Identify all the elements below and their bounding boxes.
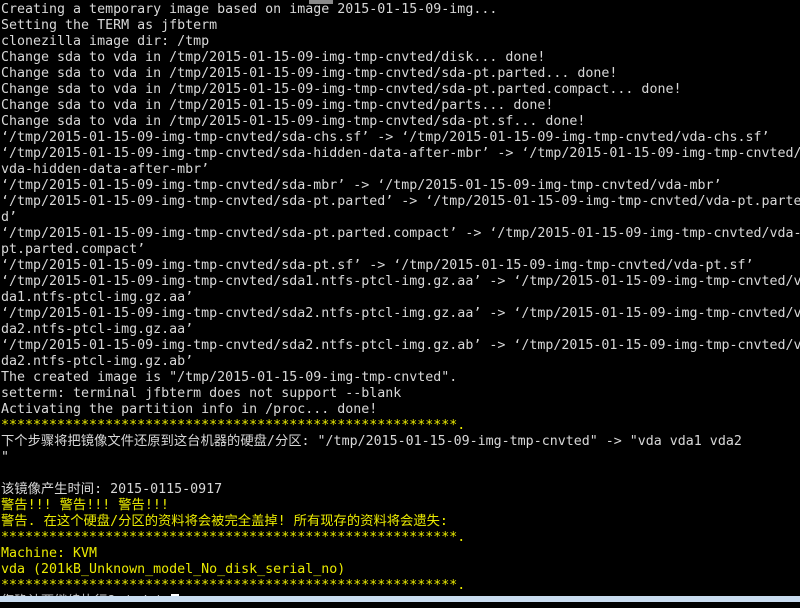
terminal-line: Machine: KVM [1, 546, 800, 562]
terminal-line: " [1, 450, 800, 466]
terminal-line: ‘/tmp/2015-01-15-09-img-tmp-cnvted/sda1.… [1, 274, 800, 290]
terminal-line-text: ‘/tmp/2015-01-15-09-img-tmp-cnvted/sda1.… [1, 274, 800, 289]
terminal-line-text: ‘/tmp/2015-01-15-09-img-tmp-cnvted/sda-h… [1, 146, 800, 161]
terminal-line: da2.ntfs-ptcl-img.gz.aa’ [1, 322, 800, 338]
terminal-line-text: ‘/tmp/2015-01-15-09-img-tmp-cnvted/sda-p… [1, 258, 754, 273]
terminal-line-text: da1.ntfs-ptcl-img.gz.aa’ [1, 290, 194, 305]
terminal-line: ‘/tmp/2015-01-15-09-img-tmp-cnvted/sda-c… [1, 130, 800, 146]
terminal-line: ‘/tmp/2015-01-15-09-img-tmp-cnvted/sda-p… [1, 258, 800, 274]
terminal-line: Change sda to vda in /tmp/2015-01-15-09-… [1, 66, 800, 82]
terminal-line: Change sda to vda in /tmp/2015-01-15-09-… [1, 50, 800, 66]
terminal-line: ‘/tmp/2015-01-15-09-img-tmp-cnvted/sda-m… [1, 178, 800, 194]
terminal-line: 该镜像产生时间: 2015-0115-0917 [1, 482, 800, 498]
terminal-line: ****************************************… [1, 418, 800, 434]
terminal-line: ‘/tmp/2015-01-15-09-img-tmp-cnvted/sda2.… [1, 338, 800, 354]
terminal-line-text: ‘/tmp/2015-01-15-09-img-tmp-cnvted/sda2.… [1, 338, 800, 353]
terminal-line-text: Change sda to vda in /tmp/2015-01-15-09-… [1, 66, 618, 81]
terminal-line-text: " [1, 450, 10, 465]
terminal-line: da2.ntfs-ptcl-img.gz.ab’ [1, 354, 800, 370]
terminal-line-text: Creating a temporary image based on imag… [1, 2, 498, 17]
terminal-line-text: Change sda to vda in /tmp/2015-01-15-09-… [1, 114, 586, 129]
terminal-line-text: 下个步骤将把镜像文件还原到这台机器的硬盘/分区: "/tmp/2015-01-1… [1, 434, 742, 449]
terminal-line: clonezilla image dir: /tmp [1, 34, 800, 50]
terminal-line: 警告!!! 警告!!! 警告!!! [1, 498, 800, 514]
terminal-line: Change sda to vda in /tmp/2015-01-15-09-… [1, 82, 800, 98]
terminal-line: 警告. 在这个硬盘/分区的资料将会被完全盖掉! 所有现存的资料将会遗失: [1, 514, 800, 530]
terminal-line-text: ****************************************… [1, 418, 466, 433]
terminal-line-text: ‘/tmp/2015-01-15-09-img-tmp-cnvted/sda2.… [1, 306, 800, 321]
terminal-line-text: Setting the TERM as jfbterm [1, 18, 218, 33]
top-edge-artifact [309, 0, 333, 4]
terminal-line-text: ‘/tmp/2015-01-15-09-img-tmp-cnvted/sda-c… [1, 130, 770, 145]
terminal-line: vda-hidden-data-after-mbr’ [1, 162, 800, 178]
terminal-line-text: pt.parted.compact’ [1, 242, 146, 257]
terminal-line: 下个步骤将把镜像文件还原到这台机器的硬盘/分区: "/tmp/2015-01-1… [1, 434, 800, 450]
terminal-line: ‘/tmp/2015-01-15-09-img-tmp-cnvted/sda-p… [1, 226, 800, 242]
terminal-line: Setting the TERM as jfbterm [1, 18, 800, 34]
terminal-line-text: ****************************************… [1, 530, 466, 545]
terminal-line: pt.parted.compact’ [1, 242, 800, 258]
terminal-line: d’ [1, 210, 800, 226]
terminal-line: da1.ntfs-ptcl-img.gz.aa’ [1, 290, 800, 306]
terminal-line-text: 警告!!! 警告!!! 警告!!! [1, 498, 169, 513]
terminal-screen[interactable]: Creating a temporary image based on imag… [0, 0, 800, 602]
terminal-line: ****************************************… [1, 578, 800, 594]
terminal-line-text: Activating the partition info in /proc..… [1, 402, 378, 417]
terminal-line: vda (201kB_Unknown_model_No_disk_serial_… [1, 562, 800, 578]
terminal-line-text: Machine: KVM [1, 546, 98, 561]
terminal-line: setterm: terminal jfbterm does not suppo… [1, 386, 800, 402]
terminal-line: ‘/tmp/2015-01-15-09-img-tmp-cnvted/sda2.… [1, 306, 800, 322]
terminal-line-text: 该镜像产生时间: 2015-0115-0917 [1, 482, 223, 497]
terminal-line: ‘/tmp/2015-01-15-09-img-tmp-cnvted/sda-h… [1, 146, 800, 162]
terminal-line-text: ‘/tmp/2015-01-15-09-img-tmp-cnvted/sda-m… [1, 178, 722, 193]
terminal-line-text: Change sda to vda in /tmp/2015-01-15-09-… [1, 82, 682, 97]
terminal-line-text: setterm: terminal jfbterm does not suppo… [1, 386, 402, 401]
terminal-line-text: ‘/tmp/2015-01-15-09-img-tmp-cnvted/sda-p… [1, 226, 800, 241]
terminal-line: Change sda to vda in /tmp/2015-01-15-09-… [1, 114, 800, 130]
terminal-line: Change sda to vda in /tmp/2015-01-15-09-… [1, 98, 800, 114]
bottom-status-strip [0, 596, 800, 602]
terminal-line-text: ‘/tmp/2015-01-15-09-img-tmp-cnvted/sda-p… [1, 194, 800, 209]
terminal-line: The created image is "/tmp/2015-01-15-09… [1, 370, 800, 386]
terminal-line-text: Change sda to vda in /tmp/2015-01-15-09-… [1, 98, 554, 113]
terminal-line-text: da2.ntfs-ptcl-img.gz.aa’ [1, 322, 194, 337]
terminal-line-text: clonezilla image dir: /tmp [1, 34, 210, 49]
terminal-line-text: vda (201kB_Unknown_model_No_disk_serial_… [1, 562, 346, 577]
terminal-line-text: The created image is "/tmp/2015-01-15-09… [1, 370, 458, 385]
terminal-line-text: d’ [1, 210, 18, 225]
terminal-output: Creating a temporary image based on imag… [1, 2, 800, 602]
terminal-line: Creating a temporary image based on imag… [1, 2, 800, 18]
terminal-line: ‘/tmp/2015-01-15-09-img-tmp-cnvted/sda-p… [1, 194, 800, 210]
terminal-line-text: ****************************************… [1, 578, 466, 593]
terminal-line-text: 警告. 在这个硬盘/分区的资料将会被完全盖掉! 所有现存的资料将会遗失: [1, 514, 448, 529]
terminal-line-text: da2.ntfs-ptcl-img.gz.ab’ [1, 354, 194, 369]
terminal-line: ****************************************… [1, 530, 800, 546]
terminal-line: Activating the partition info in /proc..… [1, 402, 800, 418]
terminal-line-text: Change sda to vda in /tmp/2015-01-15-09-… [1, 50, 546, 65]
terminal-line-text: vda-hidden-data-after-mbr’ [1, 162, 210, 177]
